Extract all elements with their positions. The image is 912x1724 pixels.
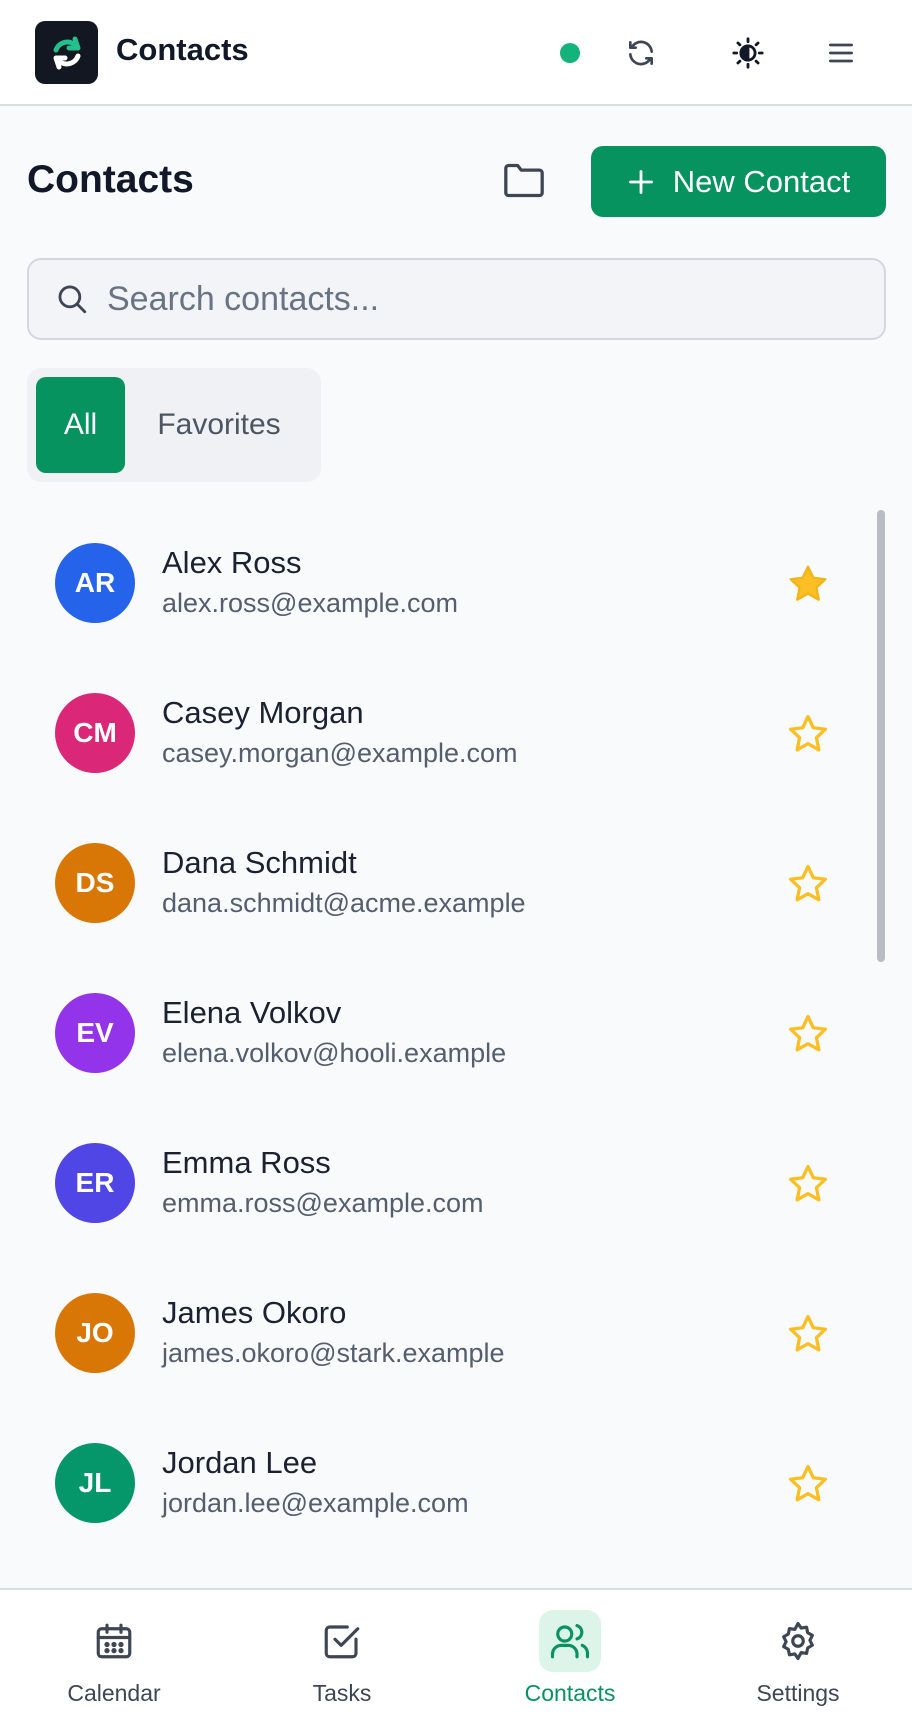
bottom-nav: Calendar Tasks Contacts Settings bbox=[0, 1588, 912, 1724]
avatar: JL bbox=[55, 1443, 135, 1523]
avatar: EV bbox=[55, 993, 135, 1073]
contact-row[interactable]: ER Emma Ross emma.ross@example.com bbox=[0, 1100, 880, 1250]
nav-label: Tasks bbox=[312, 1680, 372, 1706]
avatar: CM bbox=[55, 693, 135, 773]
nav-label: Calendar bbox=[67, 1680, 161, 1706]
nav-contacts[interactable]: Contacts bbox=[456, 1590, 684, 1724]
scrollbar[interactable] bbox=[877, 510, 885, 962]
tasks-icon bbox=[324, 1625, 360, 1659]
status-dot bbox=[560, 43, 580, 63]
contact-email: casey.morgan@example.com bbox=[162, 738, 518, 768]
contact-row[interactable]: JL Jordan Lee jordan.lee@example.com bbox=[0, 1400, 880, 1550]
contact-name: Emma Ross bbox=[162, 1145, 331, 1180]
search-icon bbox=[58, 285, 87, 314]
star-outline-icon bbox=[788, 1014, 828, 1052]
search-box[interactable] bbox=[27, 258, 886, 340]
menu-button[interactable] bbox=[820, 32, 862, 74]
avatar: DS bbox=[55, 843, 135, 923]
star-outline-icon bbox=[788, 1464, 828, 1502]
star-filled-icon bbox=[789, 565, 827, 601]
contact-name: Jordan Lee bbox=[162, 1445, 318, 1480]
folder-icon bbox=[504, 163, 544, 198]
contact-row[interactable]: CM Casey Morgan casey.morgan@example.com bbox=[0, 650, 880, 800]
avatar: AR bbox=[55, 543, 135, 623]
contact-row[interactable]: JO James Okoro james.okoro@stark.example bbox=[0, 1250, 880, 1400]
nav-tasks[interactable]: Tasks bbox=[228, 1590, 456, 1724]
star-outline-icon bbox=[788, 1314, 828, 1352]
tab-favorites[interactable]: Favorites bbox=[125, 377, 313, 473]
contact-email: jordan.lee@example.com bbox=[162, 1488, 469, 1518]
page-title: Contacts bbox=[27, 158, 194, 201]
nav-calendar[interactable]: Calendar bbox=[0, 1590, 228, 1724]
app-title: Contacts bbox=[116, 32, 249, 67]
favorite-button[interactable] bbox=[782, 558, 834, 610]
sync-icon bbox=[629, 40, 653, 66]
contact-list[interactable]: AR Alex Ross alex.ross@example.com CM Ca… bbox=[0, 500, 912, 1588]
menu-icon bbox=[829, 43, 853, 63]
theme-icon bbox=[732, 37, 764, 69]
avatar: ER bbox=[55, 1143, 135, 1223]
contact-email: dana.schmidt@acme.example bbox=[162, 888, 526, 918]
contact-name: Dana Schmidt bbox=[162, 845, 357, 880]
sync-button[interactable] bbox=[620, 32, 662, 74]
contact-name: Elena Volkov bbox=[162, 995, 342, 1030]
favorite-button[interactable] bbox=[782, 1308, 834, 1360]
favorite-button[interactable] bbox=[782, 1458, 834, 1510]
plus-icon bbox=[628, 169, 653, 194]
contact-email: elena.volkov@hooli.example bbox=[162, 1038, 507, 1068]
sync-logo-icon bbox=[53, 36, 80, 69]
tab-all[interactable]: All bbox=[36, 377, 125, 473]
contact-name: Alex Ross bbox=[162, 545, 302, 580]
favorite-button[interactable] bbox=[782, 858, 834, 910]
contact-email: james.okoro@stark.example bbox=[162, 1338, 505, 1368]
settings-icon bbox=[782, 1621, 814, 1661]
contact-name: James Okoro bbox=[162, 1295, 347, 1330]
contact-row[interactable]: DS Dana Schmidt dana.schmidt@acme.exampl… bbox=[0, 800, 880, 950]
new-contact-label: New Contact bbox=[672, 163, 851, 199]
top-bar: Contacts bbox=[0, 0, 912, 106]
calendar-icon bbox=[96, 1623, 132, 1659]
avatar: JO bbox=[55, 1293, 135, 1373]
contact-name: Casey Morgan bbox=[162, 695, 364, 730]
star-outline-icon bbox=[788, 1164, 828, 1202]
favorite-button[interactable] bbox=[782, 708, 834, 760]
nav-label: Contacts bbox=[524, 1680, 616, 1706]
theme-toggle-button[interactable] bbox=[727, 32, 769, 74]
nav-label: Settings bbox=[756, 1680, 840, 1706]
app-logo[interactable] bbox=[35, 21, 98, 84]
contacts-icon bbox=[550, 1624, 590, 1659]
search-input[interactable] bbox=[107, 274, 847, 324]
filter-tabs: All Favorites bbox=[27, 368, 321, 482]
new-contact-button[interactable]: New Contact bbox=[591, 146, 886, 217]
favorite-button[interactable] bbox=[782, 1158, 834, 1210]
contact-email: emma.ross@example.com bbox=[162, 1188, 484, 1218]
folder-button[interactable] bbox=[498, 158, 550, 204]
contact-row[interactable]: AR Alex Ross alex.ross@example.com bbox=[0, 500, 880, 650]
contact-email: alex.ross@example.com bbox=[162, 588, 459, 618]
favorite-button[interactable] bbox=[782, 1008, 834, 1060]
star-outline-icon bbox=[788, 714, 828, 752]
contact-row[interactable]: EV Elena Volkov elena.volkov@hooli.examp… bbox=[0, 950, 880, 1100]
star-outline-icon bbox=[788, 864, 828, 902]
nav-settings[interactable]: Settings bbox=[684, 1590, 912, 1724]
